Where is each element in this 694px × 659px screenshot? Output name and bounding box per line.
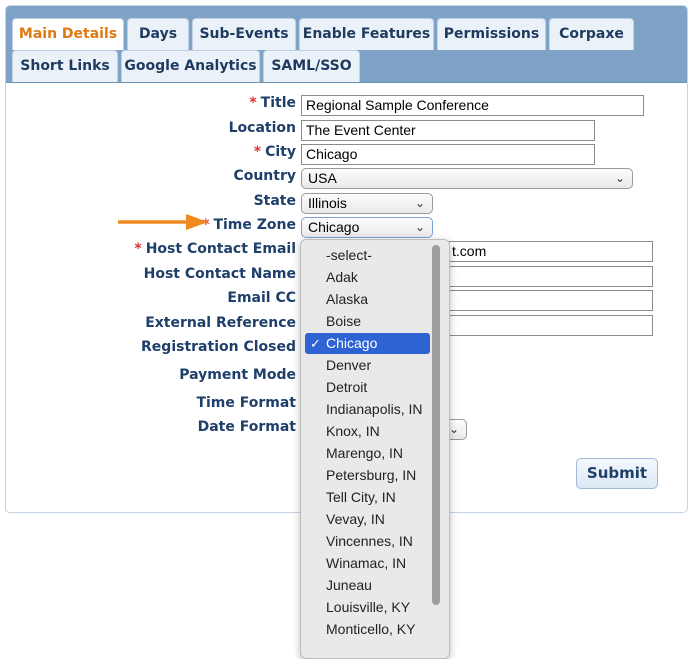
tab-main-details[interactable]: Main Details <box>12 18 124 50</box>
external-reference-label: External Reference <box>145 315 296 331</box>
city-input[interactable]: Chicago <box>301 144 595 165</box>
required-marker: * <box>134 241 142 257</box>
title-input[interactable]: Regional Sample Conference <box>301 95 644 116</box>
time-zone-option[interactable]: -select- <box>305 245 430 266</box>
tab-sub-events[interactable]: Sub-Events <box>192 18 296 50</box>
tab-days[interactable]: Days <box>127 18 189 50</box>
time-zone-option[interactable]: Louisville, KY <box>305 597 430 618</box>
time-zone-option[interactable]: Winamac, IN <box>305 553 430 574</box>
required-marker: * <box>253 144 262 160</box>
time-zone-option[interactable]: Marengo, IN <box>305 443 430 464</box>
country-select-value: USA <box>308 170 337 186</box>
time-format-label: Time Format <box>196 395 296 411</box>
time-zone-option[interactable]: Alaska <box>305 289 430 310</box>
payment-mode-label: Payment Mode <box>179 367 296 383</box>
tab-bar: Main Details Days Sub-Events Enable Feat… <box>6 6 687 83</box>
tab-google-analytics[interactable]: Google Analytics <box>121 50 260 82</box>
arrow-annotation-icon <box>118 214 208 230</box>
tab-enable-features[interactable]: Enable Features <box>299 18 434 50</box>
time-zone-option[interactable]: Knox, IN <box>305 421 430 442</box>
time-zone-option[interactable]: Monticello, KY <box>305 619 430 640</box>
time-zone-option[interactable]: ✓ Chicago <box>305 333 430 354</box>
time-zone-dropdown-list[interactable]: -select- Adak Alaska Boise ✓ Chicago Denver Det… <box>300 239 450 659</box>
registration-closed-label: Registration Closed <box>141 339 296 355</box>
time-zone-option[interactable]: Vevay, IN <box>305 509 430 530</box>
tab-short-links[interactable]: Short Links <box>12 50 118 82</box>
location-input[interactable]: The Event Center <box>301 120 595 141</box>
time-zone-option[interactable]: Vincennes, IN <box>305 531 430 552</box>
city-label: * City <box>253 144 296 160</box>
check-icon: ✓ <box>310 336 321 351</box>
chevron-down-icon: ⌄ <box>414 196 425 210</box>
required-marker: * <box>249 95 257 111</box>
state-select[interactable]: Illinois ⌄ <box>301 193 433 214</box>
chevron-down-icon: ⌄ <box>414 220 425 234</box>
time-zone-option[interactable]: Indianapolis, IN <box>305 399 430 420</box>
time-zone-option[interactable]: Boise <box>305 311 430 332</box>
time-zone-select[interactable]: Chicago ⌄ <box>301 217 433 238</box>
tab-saml-sso[interactable]: SAML/SSO <box>263 50 360 82</box>
host-contact-email-label: * Host Contact Email <box>134 241 296 257</box>
tab-corpaxe[interactable]: Corpaxe <box>549 18 634 50</box>
chevron-down-icon: ⌄ <box>614 171 625 185</box>
time-zone-select-value: Chicago <box>308 219 360 235</box>
time-zone-option[interactable]: Denver <box>305 355 430 376</box>
submit-button[interactable]: Submit <box>576 458 658 489</box>
time-zone-option[interactable]: Juneau <box>305 575 430 596</box>
time-zone-option[interactable]: Tell City, IN <box>305 487 430 508</box>
date-format-label: Date Format <box>197 419 296 435</box>
time-zone-option[interactable]: Petersburg, IN <box>305 465 430 486</box>
time-zone-option[interactable]: Detroit <box>305 377 430 398</box>
dropdown-scrollbar[interactable] <box>432 245 440 605</box>
location-label: Location <box>228 120 296 136</box>
chevron-down-icon: ⌄ <box>448 422 459 436</box>
state-label: State <box>253 193 296 209</box>
time-zone-option[interactable]: Adak <box>305 267 430 288</box>
time-zone-label: * Time Zone <box>202 217 296 233</box>
tab-permissions[interactable]: Permissions <box>437 18 546 50</box>
country-label: Country <box>233 168 296 184</box>
email-cc-label: Email CC <box>227 290 296 306</box>
country-select[interactable]: USA ⌄ <box>301 168 633 189</box>
host-contact-name-label: Host Contact Name <box>143 266 296 282</box>
title-label: * Title <box>249 95 296 111</box>
state-select-value: Illinois <box>308 195 347 211</box>
